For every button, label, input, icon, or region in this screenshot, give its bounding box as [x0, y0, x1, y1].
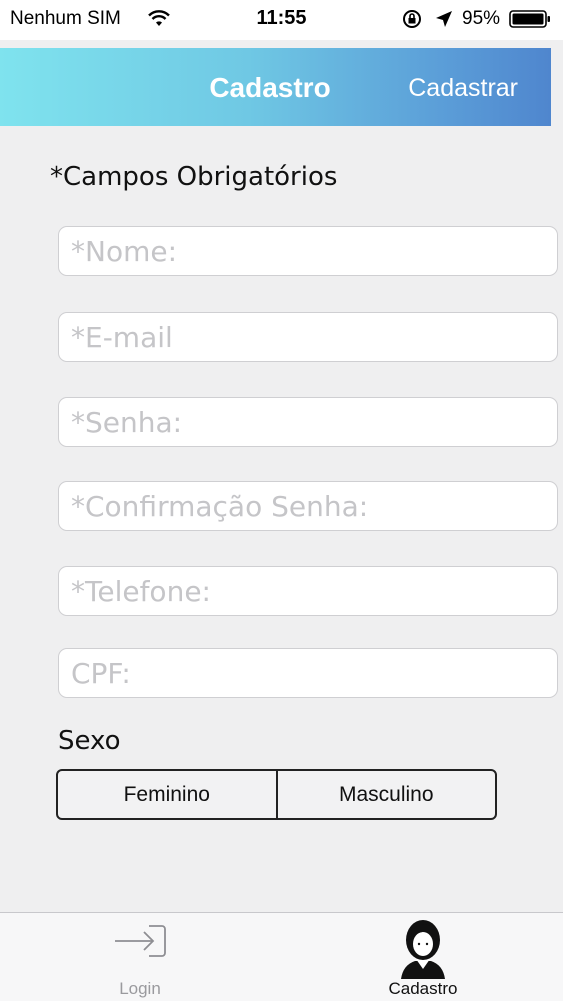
login-arrow-icon [115, 925, 166, 957]
sexo-label: Sexo [58, 726, 121, 756]
tab-cadastro-label: Cadastro [388, 979, 458, 998]
woman-avatar-icon [401, 920, 445, 979]
tab-bar: Login Cadastro [0, 912, 563, 1001]
battery-icon [509, 10, 550, 28]
required-fields-note: *Campos Obrigatórios [50, 162, 338, 192]
tab-login[interactable]: Login [0, 913, 280, 1001]
location-arrow-icon [436, 11, 452, 27]
phone-field[interactable] [58, 566, 558, 616]
email-field[interactable] [58, 312, 558, 362]
confirm-password-field[interactable] [58, 481, 558, 531]
cpf-field[interactable] [58, 648, 558, 698]
status-bar: Nenhum SIM 11:55 95% [0, 0, 563, 40]
rotation-lock-icon [403, 10, 421, 28]
sexo-option-masculino[interactable]: Masculino [275, 771, 496, 818]
cadastrar-button[interactable]: Cadastrar [408, 74, 518, 103]
tab-login-label: Login [119, 979, 161, 998]
password-field[interactable] [58, 397, 558, 447]
page-title: Cadastro [209, 72, 331, 103]
sexo-option-feminino[interactable]: Feminino [58, 771, 276, 818]
name-field[interactable] [58, 226, 558, 276]
battery-percentage: 95% [462, 8, 501, 29]
sexo-segmented-control: Feminino Masculino [56, 769, 497, 820]
navigation-bar: Cadastro Cadastrar [0, 48, 551, 126]
tab-cadastro[interactable]: Cadastro [283, 913, 563, 1001]
